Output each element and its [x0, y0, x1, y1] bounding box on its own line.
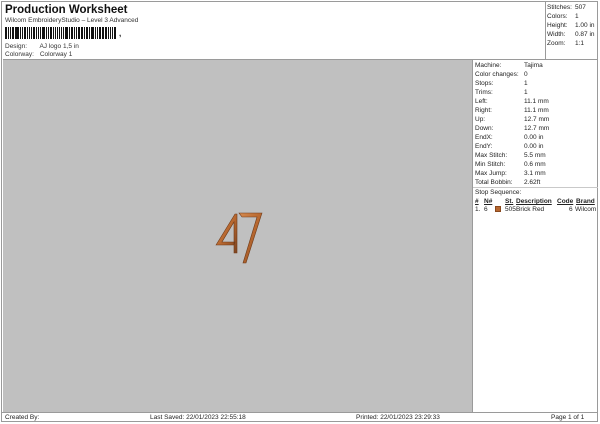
details-panel: Machine: Tajima Color changes: 0 Stops: 1 Trim…: [472, 59, 598, 413]
column-header-desc: Description: [516, 198, 552, 205]
detail-row: EndY: 0.00 in: [475, 143, 596, 151]
detail-label: EndY:: [475, 143, 493, 150]
software-subtitle: Wilcom EmbroideryStudio – Level 3 Advanc…: [5, 17, 139, 24]
column-header-num: #: [475, 198, 479, 205]
detail-row: Min Stitch: 0.6 mm: [475, 161, 596, 169]
detail-row: Color changes: 0: [475, 71, 596, 79]
printed-date: Printed: 22/01/2023 23:29:33: [356, 414, 440, 421]
column-header-st: St.: [505, 198, 514, 205]
colors-value: 1: [575, 13, 579, 20]
aj-logo-design: [215, 212, 263, 264]
zoom-label: Zoom:: [547, 40, 566, 47]
height-label: Height:: [547, 22, 568, 29]
stop-code: 6: [569, 206, 573, 213]
created-by: Created By:: [5, 414, 40, 421]
stop-desc: Brick Red: [516, 206, 545, 213]
colorway-value: Colorway 1: [39, 51, 73, 58]
detail-label: Machine:: [475, 62, 502, 69]
barcode: [5, 27, 117, 39]
design-preview[interactable]: [3, 59, 472, 413]
detail-value: 0.00 in: [524, 143, 544, 150]
production-worksheet: Production Worksheet Wilcom EmbroiderySt…: [1, 1, 598, 422]
detail-label: Total Bobbin:: [475, 179, 513, 186]
detail-value: 1: [524, 80, 528, 87]
detail-value: 1: [524, 89, 528, 96]
detail-label: Stops:: [475, 80, 494, 87]
width-value: 0.87 in: [575, 31, 595, 38]
detail-label: Left:: [475, 98, 488, 105]
worksheet-header: Production Worksheet Wilcom EmbroiderySt…: [2, 2, 546, 59]
detail-value: 5.5 mm: [524, 152, 546, 159]
detail-row: Right: 11.1 mm: [475, 107, 596, 115]
zoom-value: 1:1: [575, 40, 585, 47]
stitches-value: 507: [575, 4, 586, 11]
column-header-brand: Brand: [576, 198, 595, 205]
height-value: 1.00 in: [575, 22, 595, 29]
detail-label: Min Stitch:: [475, 161, 506, 168]
detail-value: Tajima: [524, 62, 543, 69]
width-label: Width:: [547, 31, 566, 38]
detail-label: Up:: [475, 116, 486, 123]
stop-sequence-title: Stop Sequence:: [473, 187, 598, 197]
detail-label: Color changes:: [475, 71, 519, 78]
stop-num: 1.: [475, 206, 481, 213]
thread-color-swatch: [495, 206, 501, 212]
detail-row: Max Jump: 3.1 mm: [475, 170, 596, 178]
detail-value: 2.62ft: [524, 179, 541, 186]
detail-row: Up: 12.7 mm: [475, 116, 596, 124]
column-header-code: Code: [557, 198, 574, 205]
detail-value: 12.7 mm: [524, 125, 550, 132]
design-value: AJ logo 1,5 in: [39, 43, 79, 50]
column-header-n: N#: [484, 198, 493, 205]
detail-row: Stops: 1: [475, 80, 596, 88]
detail-label: Down:: [475, 125, 494, 132]
stitches-label: Stitches:: [547, 4, 572, 11]
barcode-suffix: ,: [119, 29, 122, 38]
detail-value: 11.1 mm: [524, 107, 549, 114]
colorway-label: Colorway:: [5, 51, 34, 58]
detail-row: Machine: Tajima: [475, 62, 596, 70]
detail-row: Total Bobbin: 2.62ft: [475, 179, 596, 187]
page-number: Page 1 of 1: [551, 414, 585, 421]
detail-row: Left: 11.1 mm: [475, 98, 596, 106]
detail-row: EndX: 0.00 in: [475, 134, 596, 142]
detail-row: Trims: 1: [475, 89, 596, 97]
detail-value: 0: [524, 71, 528, 78]
stop-n: 6: [484, 206, 488, 213]
colors-label: Colors:: [547, 13, 568, 20]
detail-label: Trims:: [475, 89, 493, 96]
detail-label: Max Stitch:: [475, 152, 508, 159]
detail-value: 11.1 mm: [524, 98, 549, 105]
detail-label: Right:: [475, 107, 492, 114]
design-label: Design:: [5, 43, 28, 50]
last-saved: Last Saved: 22/01/2023 22:55:18: [150, 414, 246, 421]
detail-label: EndX:: [475, 134, 493, 141]
summary-box: Stitches: 507 Colors: 1 Height: 1.00 in …: [545, 2, 597, 59]
detail-value: 12.7 mm: [524, 116, 550, 123]
detail-value: 0.00 in: [524, 134, 544, 141]
worksheet-footer: Created By: Last Saved: 22/01/2023 22:55…: [2, 412, 597, 422]
colorway-row: Colorway: Colorway 1: [5, 51, 72, 58]
detail-row: Max Stitch: 5.5 mm: [475, 152, 596, 160]
detail-row: Down: 12.7 mm: [475, 125, 596, 133]
stop-st: 505: [505, 206, 516, 213]
detail-value: 0.6 mm: [524, 161, 546, 168]
page-title: Production Worksheet: [5, 4, 128, 16]
detail-label: Max Jump:: [475, 170, 507, 177]
design-row: Design: AJ logo 1,5 in: [5, 43, 79, 50]
detail-value: 3.1 mm: [524, 170, 546, 177]
stop-brand: Wilcom: [575, 206, 597, 213]
